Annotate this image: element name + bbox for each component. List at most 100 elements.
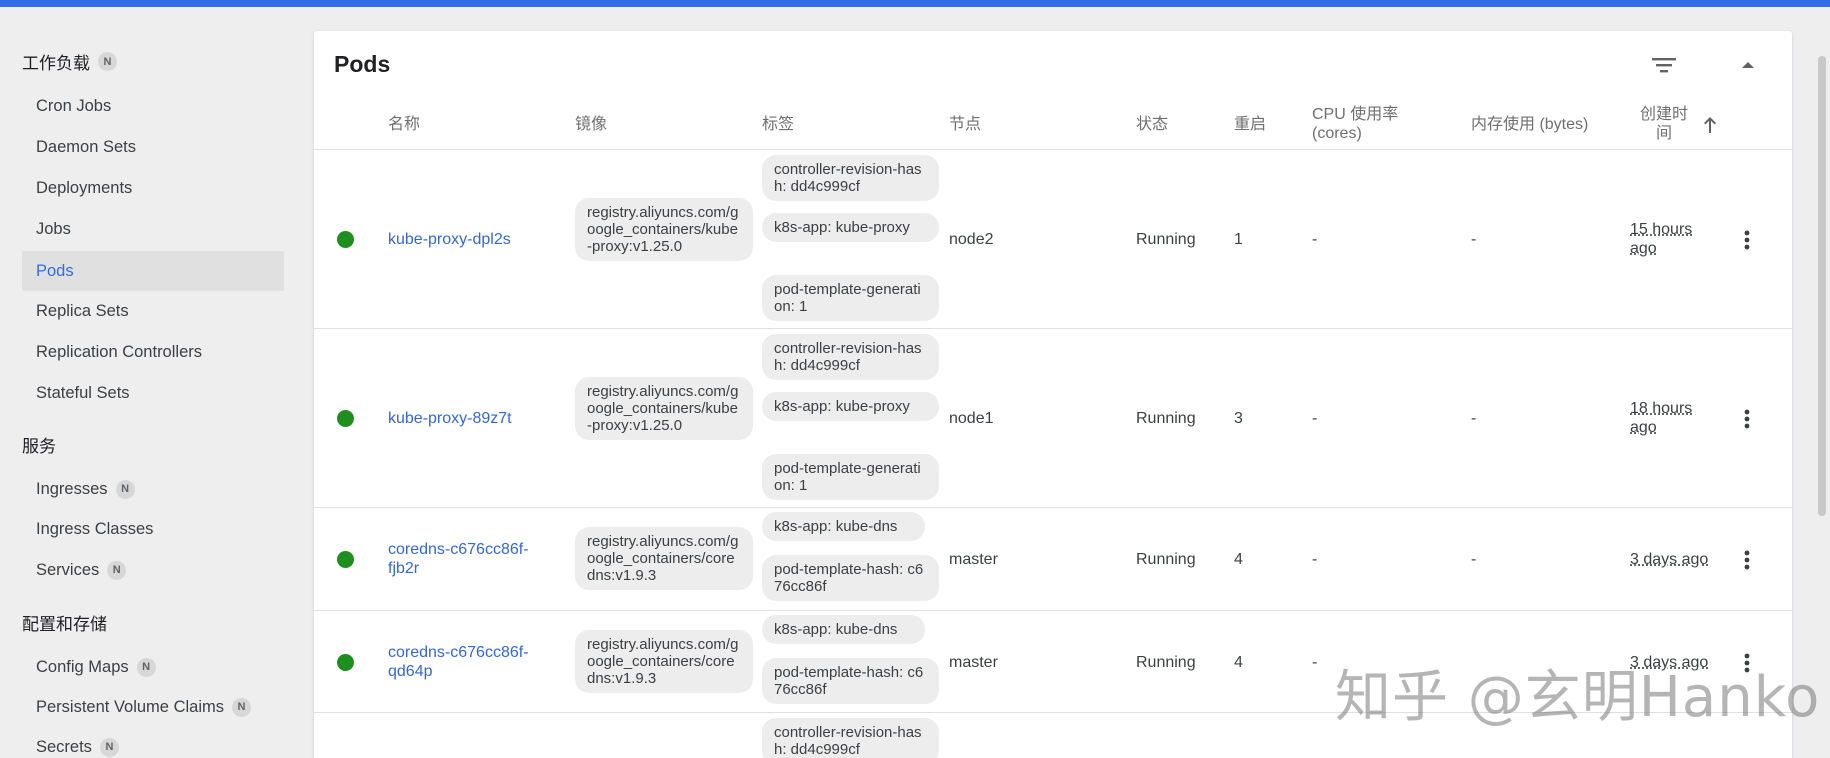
column-header-status[interactable]: 状态 bbox=[1136, 115, 1168, 134]
node-cell: node2 bbox=[949, 231, 994, 248]
section-services[interactable]: 服务 bbox=[22, 432, 56, 457]
memory-cell: - bbox=[1471, 410, 1477, 427]
arrow-up-icon[interactable] bbox=[1701, 115, 1719, 135]
row-divider bbox=[314, 507, 1792, 508]
section-workloads-label: 工作负载 bbox=[22, 54, 90, 73]
more-vert-icon[interactable] bbox=[1735, 546, 1759, 574]
column-header-node[interactable]: 节点 bbox=[949, 115, 981, 134]
sidebar-item-label: Cron Jobs bbox=[36, 96, 112, 115]
section-config-label: 配置和存储 bbox=[22, 615, 107, 634]
sidebar-item-label: Jobs bbox=[36, 219, 71, 238]
top-accent-bar bbox=[0, 0, 1830, 7]
new-badge: N bbox=[136, 657, 156, 677]
sidebar-item-stateful-sets[interactable]: Stateful Sets bbox=[22, 373, 284, 413]
sidebar-item-label: Ingresses bbox=[36, 479, 108, 498]
cpu-cell: - bbox=[1312, 410, 1318, 427]
column-header-name[interactable]: 名称 bbox=[388, 115, 420, 134]
label-chip: k8s-app: kube-proxy bbox=[762, 392, 939, 421]
sidebar-item-label: Deployments bbox=[36, 178, 133, 197]
header-divider bbox=[314, 149, 1792, 150]
sidebar-item-services[interactable]: Services N bbox=[22, 550, 284, 590]
age-cell: 18 hours ago bbox=[1630, 400, 1693, 436]
sidebar-item-secrets[interactable]: Secrets N bbox=[22, 727, 284, 758]
sidebar-item-label: Ingress Classes bbox=[36, 519, 154, 538]
memory-cell: - bbox=[1471, 231, 1477, 248]
section-workloads[interactable]: 工作负载 N bbox=[22, 49, 117, 74]
sidebar-item-deployments[interactable]: Deployments bbox=[22, 168, 284, 208]
image-chip: registry.aliyuncs.com/google_containers/… bbox=[575, 377, 753, 440]
column-header-cpu[interactable]: CPU 使用率 (cores) bbox=[1312, 105, 1398, 143]
column-header-cpu-line1: CPU 使用率 bbox=[1312, 106, 1399, 123]
pod-name-link[interactable]: coredns-c676cc86f-fjb2r bbox=[388, 540, 548, 578]
sidebar-item-label: Pods bbox=[36, 261, 74, 280]
sidebar-item-replication-controllers[interactable]: Replication Controllers bbox=[22, 332, 284, 372]
sidebar-item-replica-sets[interactable]: Replica Sets bbox=[22, 291, 284, 331]
status-cell: Running bbox=[1136, 231, 1196, 248]
sidebar-item-config-maps[interactable]: Config Maps N bbox=[22, 647, 284, 687]
new-badge: N bbox=[99, 737, 119, 757]
column-header-created[interactable]: 创建时 间 bbox=[1636, 105, 1692, 143]
new-badge: N bbox=[232, 697, 251, 717]
sidebar-item-jobs[interactable]: Jobs bbox=[22, 209, 284, 249]
pod-name-link[interactable]: kube-proxy-dpl2s bbox=[388, 230, 548, 249]
restarts-cell: 3 bbox=[1234, 410, 1243, 427]
sidebar-item-label: Stateful Sets bbox=[36, 383, 130, 402]
status-cell: Running bbox=[1136, 551, 1196, 568]
sidebar-item-label: Services bbox=[36, 560, 100, 579]
restarts-cell: 1 bbox=[1234, 231, 1243, 248]
node-cell: master bbox=[949, 654, 998, 671]
column-header-restarts[interactable]: 重启 bbox=[1234, 115, 1266, 134]
status-cell: Running bbox=[1136, 654, 1196, 671]
restarts-cell: 4 bbox=[1234, 551, 1243, 568]
section-services-label: 服务 bbox=[22, 437, 56, 456]
label-chip: controller-revision-hash: dd4c999cf bbox=[762, 155, 939, 201]
label-chip: controller-revision-hash: dd4c999cf bbox=[762, 334, 939, 380]
label-chip: pod-template-hash: c676cc86f bbox=[762, 658, 939, 704]
sidebar-item-label: Daemon Sets bbox=[36, 137, 136, 156]
label-chip: pod-template-generation: 1 bbox=[762, 454, 939, 500]
card-title: Pods bbox=[334, 51, 391, 77]
image-chip: registry.aliyuncs.com/google_containers/… bbox=[575, 198, 753, 261]
chevron-up-icon[interactable] bbox=[1734, 53, 1762, 77]
sidebar-item-daemon-sets[interactable]: Daemon Sets bbox=[22, 127, 284, 167]
memory-cell: - bbox=[1471, 551, 1477, 568]
more-vert-icon[interactable] bbox=[1735, 226, 1759, 254]
label-chip: controller-revision-hash: dd4c999cf bbox=[762, 718, 939, 758]
status-running-icon bbox=[337, 231, 354, 248]
column-header-created-line1: 创建时 bbox=[1639, 106, 1688, 123]
sidebar-item-ingress-classes[interactable]: Ingress Classes bbox=[22, 509, 284, 549]
pod-name-link[interactable]: coredns-c676cc86f-qd64p bbox=[388, 643, 548, 681]
column-header-labels[interactable]: 标签 bbox=[762, 115, 794, 134]
node-cell: master bbox=[949, 551, 998, 568]
new-badge: N bbox=[107, 560, 127, 580]
status-running-icon bbox=[337, 654, 354, 671]
cpu-cell: - bbox=[1312, 551, 1318, 568]
pods-card: Pods 名称 镜像 标签 节点 状态 重启 CPU 使用率 (cores) 内… bbox=[314, 31, 1792, 758]
sidebar-item-persistent-volume-claims[interactable]: Persistent Volume Claims N bbox=[22, 687, 284, 727]
sidebar: 工作负载 N Cron Jobs Daemon Sets Deployments… bbox=[0, 7, 300, 758]
restarts-cell: 4 bbox=[1234, 654, 1243, 671]
section-config-storage[interactable]: 配置和存储 bbox=[22, 610, 107, 635]
more-vert-icon[interactable] bbox=[1735, 405, 1759, 433]
filter-icon[interactable] bbox=[1650, 53, 1678, 77]
sidebar-item-cron-jobs[interactable]: Cron Jobs bbox=[22, 86, 284, 126]
row-divider bbox=[314, 610, 1792, 611]
label-chip: k8s-app: kube-dns bbox=[762, 512, 925, 541]
column-header-image[interactable]: 镜像 bbox=[575, 115, 607, 134]
new-badge: N bbox=[98, 52, 117, 71]
sidebar-item-pods[interactable]: Pods bbox=[22, 251, 284, 291]
image-chip: registry.aliyuncs.com/google_containers/… bbox=[575, 630, 753, 693]
new-badge: N bbox=[115, 479, 135, 499]
label-chip: k8s-app: kube-dns bbox=[762, 615, 925, 644]
row-divider bbox=[314, 328, 1792, 329]
cpu-cell: - bbox=[1312, 231, 1318, 248]
sidebar-item-label: Persistent Volume Claims bbox=[36, 697, 224, 716]
label-chip: pod-template-generation: 1 bbox=[762, 275, 939, 321]
column-header-created-line2: 间 bbox=[1655, 125, 1672, 142]
status-running-icon bbox=[337, 551, 354, 568]
column-header-memory[interactable]: 内存使用 (bytes) bbox=[1471, 115, 1588, 134]
sidebar-item-ingresses[interactable]: Ingresses N bbox=[22, 469, 284, 509]
pod-name-link[interactable]: kube-proxy-89z7t bbox=[388, 409, 548, 428]
scrollbar-thumb[interactable] bbox=[1818, 56, 1826, 516]
node-cell: node1 bbox=[949, 410, 994, 427]
